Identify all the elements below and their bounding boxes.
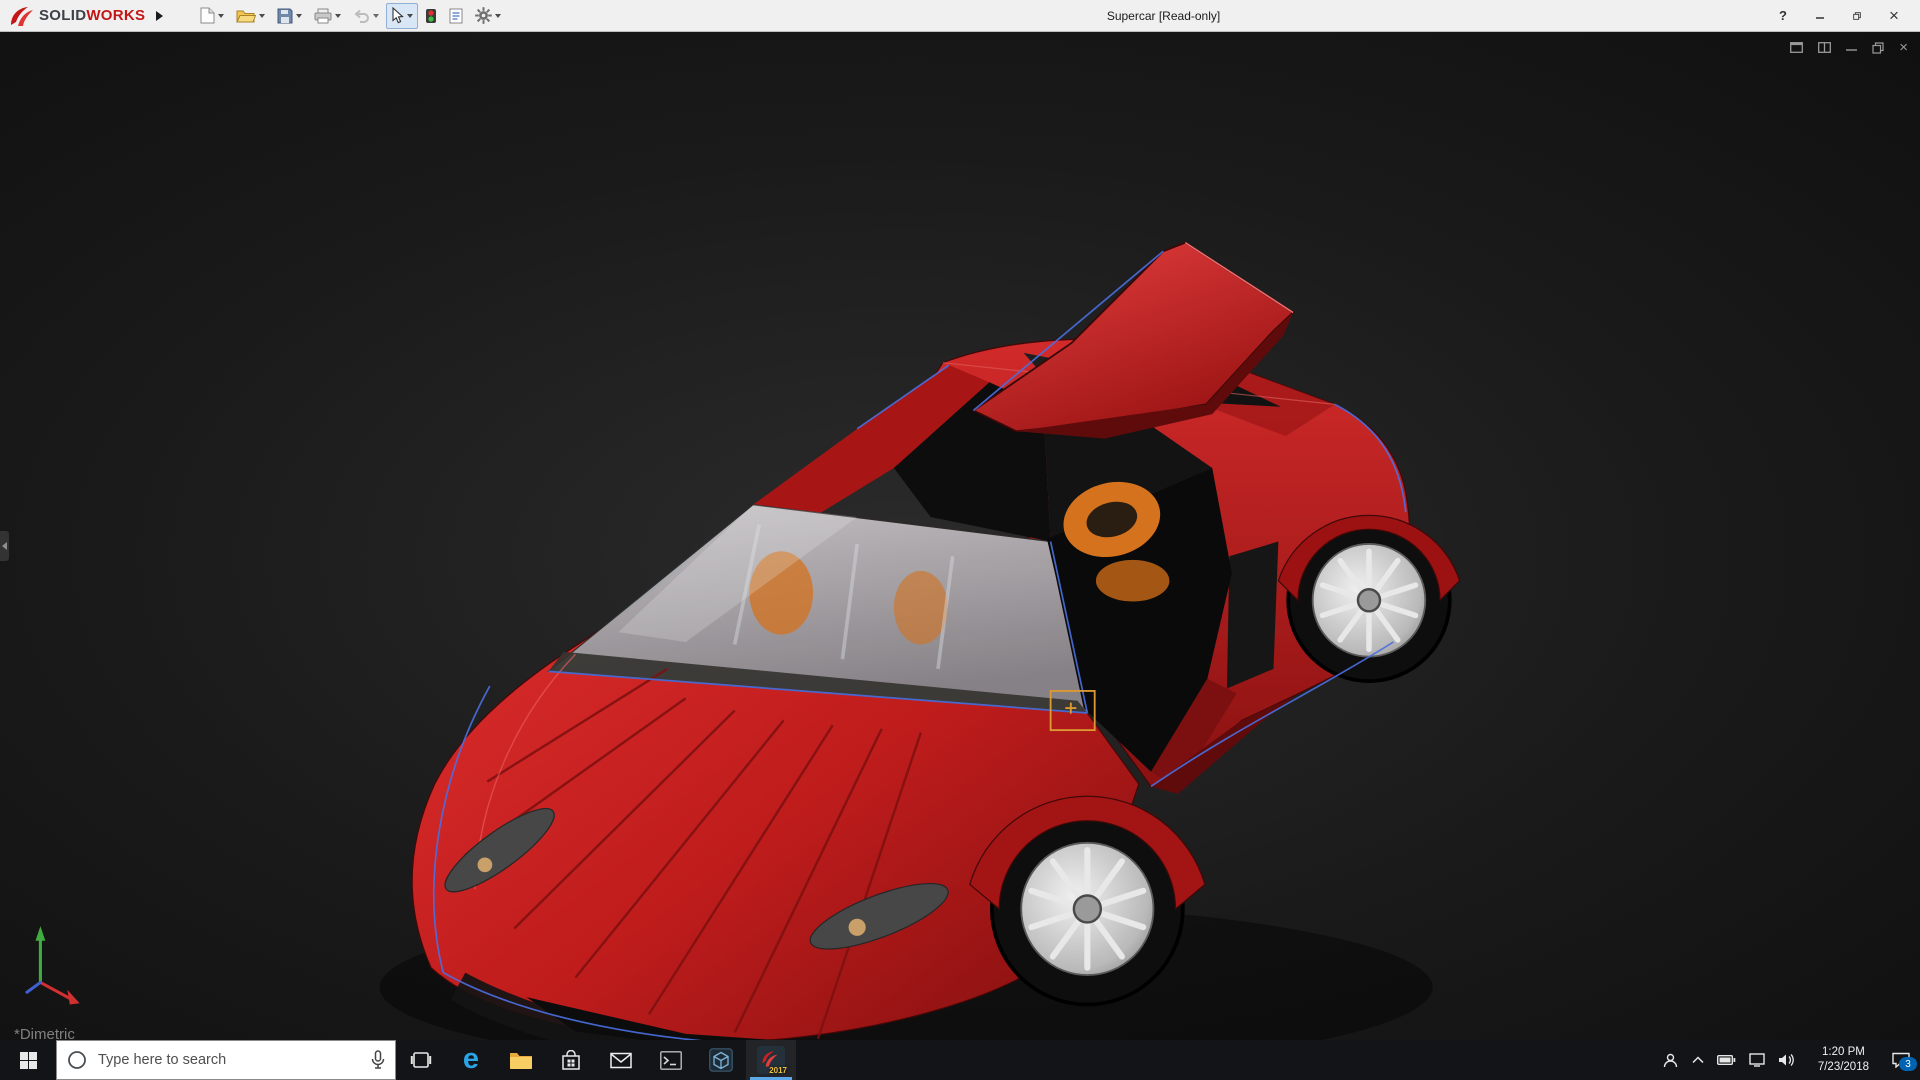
cortana-icon [66, 1049, 88, 1071]
rebuild-traffic-light-icon [425, 8, 437, 24]
save-button[interactable] [272, 3, 307, 29]
chevron-down-icon [407, 14, 413, 18]
taskbar: e [0, 1040, 1920, 1080]
screen: SOLIDWORKS [0, 0, 1920, 1080]
battery-icon [1717, 1055, 1736, 1065]
file-explorer-icon [509, 1050, 533, 1070]
ds-logo-icon [8, 5, 34, 27]
orientation-triad [27, 926, 80, 1004]
minimize-icon [1816, 10, 1824, 21]
action-center-button[interactable]: 3 [1892, 1052, 1910, 1068]
brand-wordmark: SOLIDWORKS [39, 7, 145, 24]
store-bag-icon [561, 1050, 581, 1071]
file-explorer-button[interactable] [496, 1040, 546, 1080]
chevron-down-icon [259, 14, 265, 18]
search-input[interactable] [96, 1051, 362, 1069]
task-view-icon [410, 1051, 432, 1069]
minimize-icon [1846, 42, 1857, 53]
gear-icon [475, 7, 492, 24]
minimize-button[interactable] [1810, 5, 1830, 27]
rebuild-button[interactable] [420, 3, 442, 29]
mail-envelope-icon [610, 1052, 632, 1069]
featuremanager-flyout-tab[interactable] [0, 531, 9, 561]
mail-button[interactable] [596, 1040, 646, 1080]
chevron-down-icon [218, 14, 224, 18]
menu-flyout-button[interactable] [149, 4, 169, 28]
new-window-button[interactable] [1790, 42, 1803, 53]
search-box[interactable] [56, 1040, 396, 1080]
restore-icon [1872, 42, 1884, 54]
undo-button[interactable] [348, 3, 384, 29]
maximize-button[interactable] [1847, 5, 1867, 27]
terminal-button[interactable] [646, 1040, 696, 1080]
open-document-button[interactable] [231, 3, 270, 29]
clock-date: 7/23/2018 [1818, 1060, 1869, 1075]
doc-window-controls: × [1790, 40, 1908, 55]
chevron-left-icon [2, 542, 7, 550]
clock[interactable]: 1:20 PM 7/23/2018 [1812, 1044, 1875, 1076]
new-document-button[interactable] [195, 3, 229, 29]
main-toolbar [195, 3, 506, 29]
store-button[interactable] [546, 1040, 596, 1080]
graphics-area[interactable]: × *Dimetric [0, 32, 1920, 1040]
volume-button[interactable] [1778, 1053, 1795, 1067]
hidden-icons-button[interactable] [1692, 1056, 1704, 1064]
file-properties-button[interactable] [444, 3, 468, 29]
chevron-down-icon [335, 14, 341, 18]
doc-restore-button[interactable] [1872, 42, 1884, 54]
view-orientation-label: *Dimetric [14, 1026, 75, 1040]
microphone-icon[interactable] [370, 1050, 386, 1070]
supercar-model[interactable] [0, 32, 1920, 1040]
display-network-icon [1749, 1053, 1765, 1067]
edge-icon: e [463, 1045, 479, 1074]
people-icon [1662, 1053, 1679, 1068]
new-document-icon [200, 7, 215, 24]
doc-close-button[interactable]: × [1899, 40, 1908, 55]
window-icon [1790, 42, 1803, 53]
close-button[interactable]: × [1884, 5, 1904, 27]
help-button[interactable]: ? [1773, 5, 1793, 27]
volume-icon [1778, 1053, 1795, 1067]
system-tray: 1:20 PM 7/23/2018 3 [1656, 1040, 1920, 1080]
chevron-down-icon [373, 14, 379, 18]
chevron-right-icon [156, 11, 163, 21]
tiled-window-icon [1818, 42, 1831, 53]
window-title: Supercar [Read-only] [1107, 9, 1220, 23]
save-floppy-icon [277, 8, 293, 24]
edge-browser-button[interactable]: e [446, 1040, 496, 1080]
cad-cube-app-button[interactable] [696, 1040, 746, 1080]
chevron-down-icon [296, 14, 302, 18]
restore-icon [1853, 10, 1861, 22]
file-properties-icon [449, 8, 463, 24]
brand-solid: SOLID [39, 7, 86, 24]
titlebar: SOLIDWORKS [0, 0, 1920, 32]
windows-logo-icon [20, 1052, 37, 1069]
chevron-down-icon [495, 14, 501, 18]
battery-button[interactable] [1717, 1055, 1736, 1065]
select-button[interactable] [386, 3, 418, 29]
chevron-up-icon [1692, 1056, 1704, 1064]
print-button[interactable] [309, 3, 346, 29]
solidworks-year-badge: 2017 [769, 1066, 787, 1075]
network-button[interactable] [1749, 1053, 1765, 1067]
cube-app-icon [709, 1048, 733, 1072]
notification-badge: 3 [1899, 1057, 1917, 1071]
people-button[interactable] [1662, 1053, 1679, 1068]
task-view-button[interactable] [396, 1040, 446, 1080]
clock-time: 1:20 PM [1818, 1045, 1869, 1060]
brand-works: WORKS [86, 7, 145, 24]
open-folder-icon [236, 8, 256, 23]
select-cursor-icon [391, 7, 404, 24]
solidworks-app-button[interactable]: 2017 [746, 1040, 796, 1080]
solidworks-brand: SOLIDWORKS [8, 5, 145, 27]
tile-window-button[interactable] [1818, 42, 1831, 53]
printer-icon [314, 8, 332, 24]
doc-minimize-button[interactable] [1846, 42, 1857, 53]
solidworks-app-icon: 2017 [757, 1046, 785, 1074]
options-button[interactable] [470, 3, 506, 29]
start-button[interactable] [0, 1040, 56, 1080]
window-controls: ? × [1773, 5, 1912, 27]
undo-arrow-icon [353, 9, 370, 23]
terminal-icon [660, 1051, 682, 1070]
